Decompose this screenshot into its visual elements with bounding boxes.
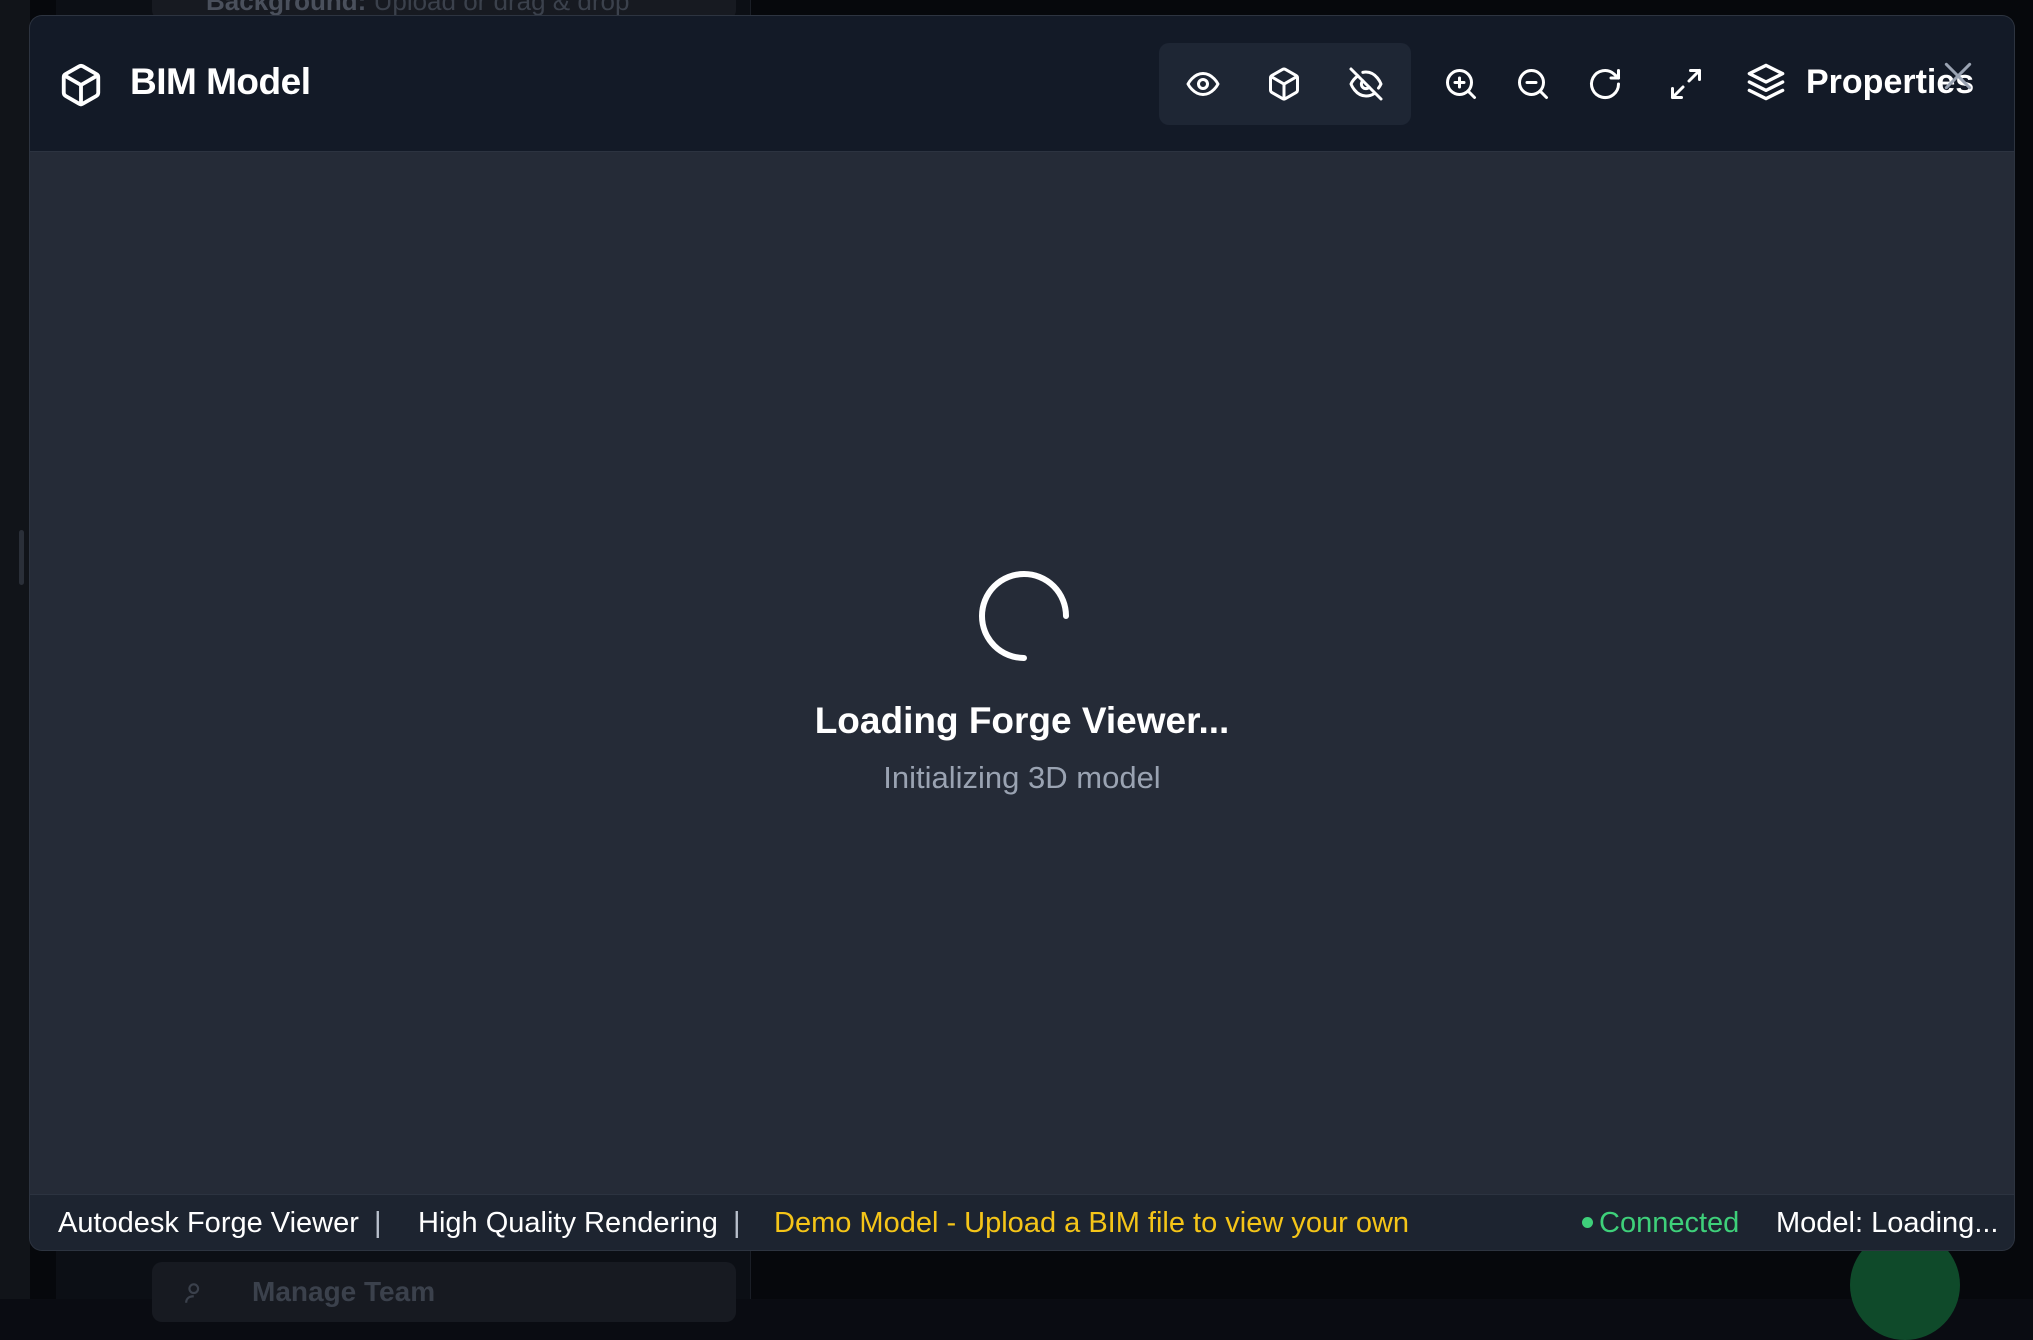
loading-title: Loading Forge Viewer... (814, 700, 1230, 741)
left-edge-strip (0, 0, 30, 1299)
modal-title: BIM Model (130, 61, 311, 102)
status-dot-icon (1582, 1216, 1593, 1228)
zoom-in-icon (1446, 69, 1476, 99)
forge-viewer-area[interactable]: Loading Forge Viewer... Initializing 3D … (30, 152, 2014, 1190)
refresh-icon (1590, 69, 1620, 100)
background-upload-text: Background: Upload or drag & drop (206, 0, 630, 16)
loading-spinner-icon (979, 571, 1069, 661)
reset-view-button[interactable] (1579, 58, 1631, 110)
zoom-out-icon (1518, 69, 1548, 99)
status-separator: | (733, 1207, 741, 1239)
layers-icon (1747, 63, 1785, 101)
expand-icon (1671, 69, 1701, 99)
viewer-name: Autodesk Forge Viewer (58, 1207, 359, 1239)
users-icon (184, 1280, 210, 1306)
loading-subtitle: Initializing 3D model (883, 760, 1161, 795)
hide-selected-button[interactable] (1340, 58, 1392, 110)
zoom-out-button[interactable] (1507, 58, 1559, 110)
status-bar: Autodesk Forge Viewer | High Quality Ren… (30, 1194, 2014, 1250)
connection-status: Connected (1582, 1207, 1739, 1240)
show-all-button[interactable] (1177, 58, 1229, 110)
close-icon (1944, 62, 1972, 90)
modal-header: BIM Model Properties (30, 16, 2014, 152)
rendering-quality: High Quality Rendering (418, 1207, 718, 1239)
connection-label: Connected (1599, 1207, 1740, 1239)
zoom-in-button[interactable] (1435, 58, 1487, 110)
box-icon (58, 62, 104, 108)
view-mode-group (1159, 43, 1411, 125)
eye-off-icon (1349, 67, 1383, 101)
resize-handle[interactable] (19, 530, 24, 585)
model-status: Model: Loading... (1776, 1207, 1999, 1239)
fullscreen-button[interactable] (1660, 58, 1712, 110)
isolate-model-button[interactable] (1258, 58, 1310, 110)
eye-icon (1186, 72, 1220, 96)
manage-team-card: Manage Team (152, 1262, 736, 1322)
status-separator: | (374, 1207, 382, 1239)
manage-team-label: Manage Team (252, 1276, 436, 1307)
cube-icon (1269, 67, 1299, 101)
bim-model-modal: BIM Model Properties Loading Forge Viewe… (30, 16, 2014, 1250)
demo-model-notice: Demo Model - Upload a BIM file to view y… (774, 1207, 1410, 1239)
close-button[interactable] (1938, 56, 1978, 96)
